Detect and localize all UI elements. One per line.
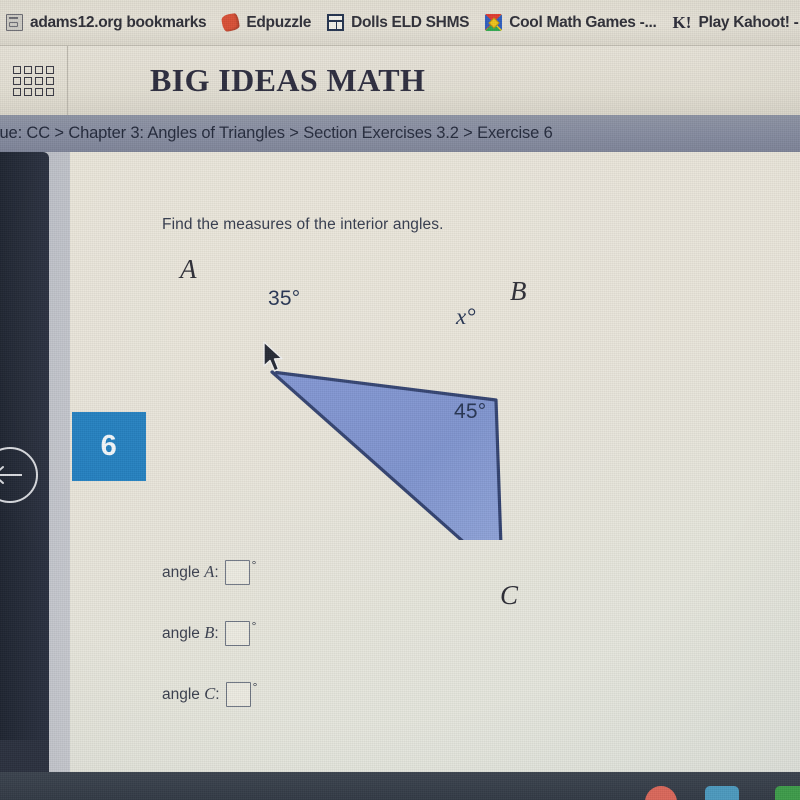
site-logo: BIG IDEAS MATH [150, 62, 426, 98]
site-header: BIG IDEAS MATH [0, 46, 800, 115]
bookmark-play-kahoot[interactable]: K! Play Kahoot! - Ente [673, 8, 800, 38]
bookmark-dolls-eld-shms[interactable]: Dolls ELD SHMS [327, 8, 470, 38]
breadcrumb-text[interactable]: lue: CC > Chapter 3: Angles of Triangles… [0, 124, 553, 143]
answer-input-b[interactable] [224, 620, 250, 646]
os-taskbar [0, 772, 800, 800]
answer-row-a: angle A: ° [162, 557, 256, 587]
bookmark-edpuzzle[interactable]: Edpuzzle [221, 8, 312, 38]
edpuzzle-icon [221, 12, 241, 33]
mouse-pointer-icon [263, 341, 283, 372]
bookmark-label: Dolls ELD SHMS [351, 13, 470, 31]
table-icon [327, 14, 345, 31]
bookmark-label: Cool Math Games -... [509, 13, 657, 31]
exercise-panel: Find the measures of the interior angles… [70, 152, 800, 772]
vertex-label-c: C [500, 580, 519, 610]
back-arrow-icon [0, 466, 22, 484]
kahoot-icon: K! [672, 13, 692, 32]
answer-label-a: angle A: [162, 562, 219, 581]
vertex-label-a: A [180, 254, 197, 284]
triangle-shape [270, 370, 503, 540]
exercise-number-badge: 6 [72, 412, 146, 481]
back-button[interactable] [0, 447, 38, 503]
degree-symbol: ° [251, 619, 257, 633]
grid-apps-icon [13, 65, 54, 96]
taskbar-app-red[interactable] [645, 786, 677, 800]
taskbar-app-green[interactable] [775, 786, 800, 800]
breadcrumb: lue: CC > Chapter 3: Angles of Triangles… [0, 115, 800, 152]
coolmath-icon [485, 14, 503, 31]
bookmark-label: Play Kahoot! - Ente [698, 13, 800, 31]
question-prompt: Find the measures of the interior angles… [162, 216, 444, 233]
triangle-figure: A B C 35° x° 45° [162, 250, 562, 610]
answer-input-c[interactable] [225, 681, 251, 707]
answer-label-c: angle C: [162, 684, 220, 703]
bookmark-label: Edpuzzle [246, 13, 312, 31]
taskbar-app-blue[interactable] [705, 786, 739, 800]
answer-input-a[interactable] [224, 559, 250, 585]
angle-measure-a: 35° [268, 287, 301, 310]
left-nav-rail-bottom [0, 740, 49, 774]
triangle-svg [270, 370, 503, 540]
answer-row-b: angle B: ° [162, 618, 256, 648]
page-icon [6, 14, 23, 31]
answer-row-c: angle C: ° [162, 679, 257, 709]
bookmark-adams12[interactable]: adams12.org bookmarks [6, 8, 207, 38]
screen-photo: adams12.org bookmarks Edpuzzle Dolls ELD… [0, 0, 800, 800]
degree-symbol: ° [252, 680, 258, 694]
vertex-label-b: B [510, 276, 527, 306]
bookmark-label: adams12.org bookmarks [30, 13, 207, 31]
degree-symbol: ° [251, 558, 257, 572]
apps-grid-button[interactable] [0, 46, 68, 115]
bookmark-cool-math-games[interactable]: Cool Math Games -... [485, 8, 657, 38]
browser-bookmarks-bar: adams12.org bookmarks Edpuzzle Dolls ELD… [0, 0, 800, 46]
angle-measure-c: 45° [454, 400, 487, 423]
answer-label-b: angle B: [162, 623, 219, 642]
angle-measure-b: x° [456, 304, 476, 329]
exercise-number: 6 [100, 430, 118, 462]
